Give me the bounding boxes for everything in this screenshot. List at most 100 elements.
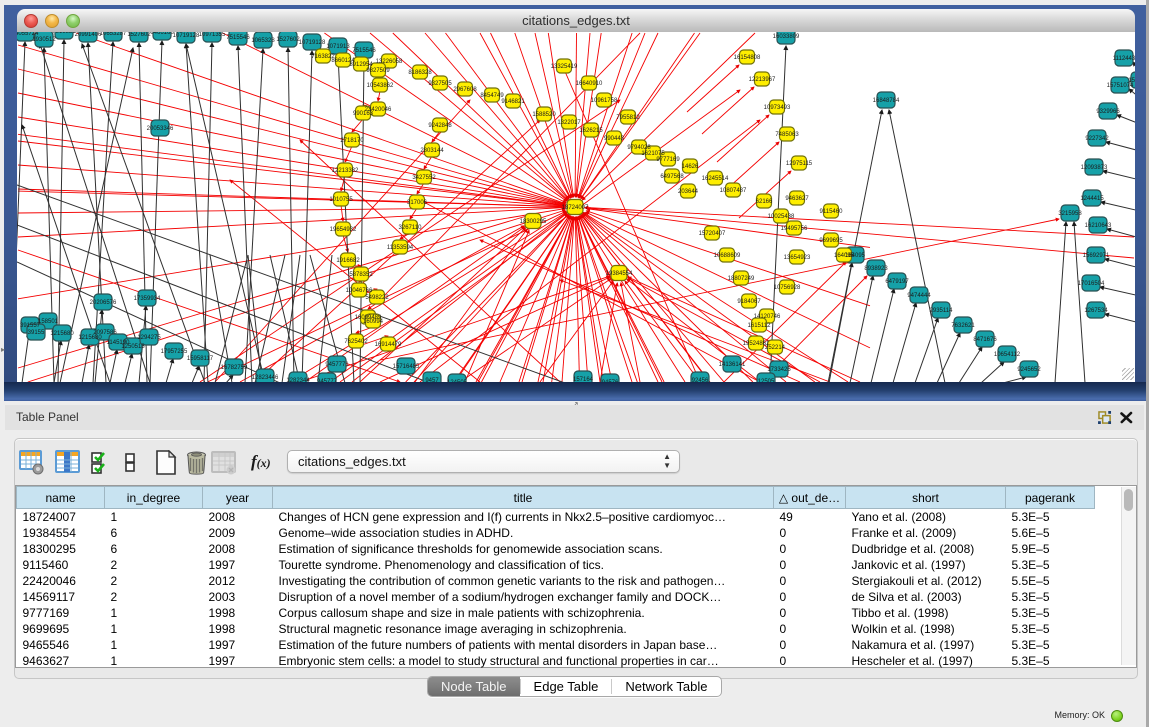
svg-text:9457771: 9457771 (325, 362, 349, 368)
svg-text:160994: 160994 (363, 319, 384, 325)
svg-text:6479197: 6479197 (885, 279, 909, 285)
svg-text:19384554: 19384554 (606, 271, 633, 277)
svg-text:7515521: 7515521 (52, 32, 76, 35)
svg-text:1267534: 1267534 (1084, 308, 1108, 314)
svg-text:20991406: 20991406 (75, 32, 102, 38)
svg-text:12213382: 12213382 (332, 168, 359, 174)
svg-text:9245652: 9245652 (1017, 367, 1041, 373)
svg-text:1733426: 1733426 (767, 367, 791, 373)
svg-text:10543862: 10543862 (367, 83, 394, 89)
svg-text:8471676: 8471676 (973, 337, 997, 343)
svg-text:1065328: 1065328 (251, 38, 275, 44)
svg-text:16033809: 16033809 (773, 34, 800, 40)
svg-text:252214: 252214 (765, 345, 786, 351)
svg-text:5878352: 5878352 (349, 272, 373, 278)
svg-text:14626: 14626 (682, 164, 699, 170)
svg-text:3267110: 3267110 (399, 225, 423, 231)
svg-text:10654112: 10654112 (994, 352, 1021, 358)
svg-text:1112443: 1112443 (1113, 56, 1135, 62)
svg-text:7515546: 7515546 (352, 48, 376, 54)
svg-text:10046766: 10046766 (346, 288, 373, 294)
svg-text:1916682: 1916682 (336, 258, 360, 264)
svg-text:10653287: 10653287 (100, 32, 127, 37)
svg-text:10719128: 10719128 (173, 33, 200, 39)
svg-text:10719128: 10719128 (299, 40, 326, 46)
svg-text:6466160: 6466160 (150, 32, 174, 36)
svg-text:7485063: 7485063 (775, 132, 799, 138)
svg-text:13226058: 13226058 (376, 59, 403, 65)
svg-text:16782759: 16782759 (221, 365, 248, 371)
svg-text:10025438: 10025438 (768, 214, 795, 220)
svg-text:990163: 990163 (353, 111, 374, 117)
svg-text:7625402: 7625402 (344, 339, 368, 345)
svg-text:1519606: 1519606 (1128, 78, 1135, 84)
svg-text:1282344: 1282344 (286, 378, 310, 382)
svg-text:13654923: 13654923 (784, 255, 811, 261)
svg-text:16640910: 16640910 (576, 81, 603, 87)
svg-text:157164: 157164 (573, 377, 594, 382)
svg-text:1626215: 1626215 (579, 128, 603, 134)
svg-text:7632621: 7632621 (951, 323, 975, 329)
svg-text:945777: 945777 (317, 379, 338, 382)
svg-text:2718170: 2718170 (340, 138, 364, 144)
svg-text:1322017: 1322017 (557, 120, 581, 126)
svg-text:10688609: 10688609 (714, 253, 741, 259)
svg-text:94576: 94576 (602, 380, 619, 382)
svg-text:3427552: 3427552 (412, 175, 436, 181)
svg-text:1615112: 1615112 (748, 323, 772, 329)
svg-text:1215680: 1215680 (50, 331, 74, 337)
svg-text:9146821: 9146821 (501, 99, 525, 105)
svg-text:9329966: 9329966 (1096, 109, 1120, 115)
svg-text:16154808: 16154808 (734, 55, 761, 61)
svg-text:12975115: 12975115 (786, 161, 813, 167)
svg-text:16210643: 16210643 (1085, 223, 1112, 229)
svg-text:12213967: 12213967 (749, 77, 776, 83)
svg-text:10756928: 10756928 (774, 285, 801, 291)
svg-text:158501: 158501 (38, 319, 59, 325)
svg-text:18724007: 18724007 (562, 205, 589, 211)
svg-text:16245514: 16245514 (702, 176, 729, 182)
svg-text:1250513: 1250513 (121, 344, 145, 350)
svg-text:9457: 9457 (425, 378, 439, 382)
svg-text:990443: 990443 (604, 136, 625, 142)
svg-text:1294275: 1294275 (137, 335, 161, 341)
svg-text:9699695: 9699695 (819, 238, 843, 244)
svg-text:14120746: 14120746 (754, 314, 781, 320)
svg-text:9184067: 9184067 (737, 299, 761, 305)
svg-text:16914479: 16914479 (375, 342, 402, 348)
svg-text:10807487: 10807487 (720, 188, 747, 194)
svg-text:2097586: 2097586 (93, 330, 117, 336)
svg-text:124505: 124505 (447, 380, 468, 382)
svg-text:15720407: 15720407 (699, 231, 726, 237)
svg-text:62166: 62166 (756, 199, 773, 205)
svg-text:1527602: 1527602 (127, 32, 151, 38)
svg-text:1930512: 1930512 (32, 37, 56, 43)
svg-text:7955812: 7955812 (616, 115, 640, 121)
svg-text:12823446: 12823446 (252, 375, 279, 381)
svg-text:3215958: 3215958 (1058, 211, 1082, 217)
svg-text:9777169: 9777169 (656, 157, 680, 163)
svg-text:11353594: 11353594 (387, 245, 414, 251)
svg-text:92456: 92456 (692, 378, 709, 382)
svg-text:9242848: 9242848 (428, 123, 452, 129)
svg-text:18807249: 18807249 (728, 276, 755, 282)
svg-text:10961758: 10961758 (591, 98, 618, 104)
svg-text:17359934: 17359934 (134, 296, 161, 302)
svg-text:5498222: 5498222 (365, 295, 389, 301)
svg-text:1071913: 1071913 (326, 44, 350, 50)
svg-text:7515546: 7515546 (226, 35, 250, 41)
svg-text:17016504: 17016504 (1078, 281, 1105, 287)
svg-text:1527602: 1527602 (276, 37, 300, 43)
svg-text:15958117: 15958117 (187, 356, 214, 362)
svg-text:10971355: 10971355 (199, 32, 226, 38)
svg-text:6497568: 6497568 (660, 174, 684, 180)
svg-text:18300295: 18300295 (520, 219, 547, 225)
svg-text:14136141: 14136141 (719, 362, 746, 368)
svg-text:17957255: 17957255 (161, 349, 188, 355)
svg-text:20206576: 20206576 (90, 300, 117, 306)
svg-text:317006: 317006 (407, 200, 428, 206)
svg-text:19654932: 19654932 (330, 227, 357, 233)
svg-text:19495756: 19495756 (781, 226, 808, 232)
svg-text:1244415: 1244415 (1080, 196, 1104, 202)
svg-text:9115460: 9115460 (820, 209, 844, 215)
